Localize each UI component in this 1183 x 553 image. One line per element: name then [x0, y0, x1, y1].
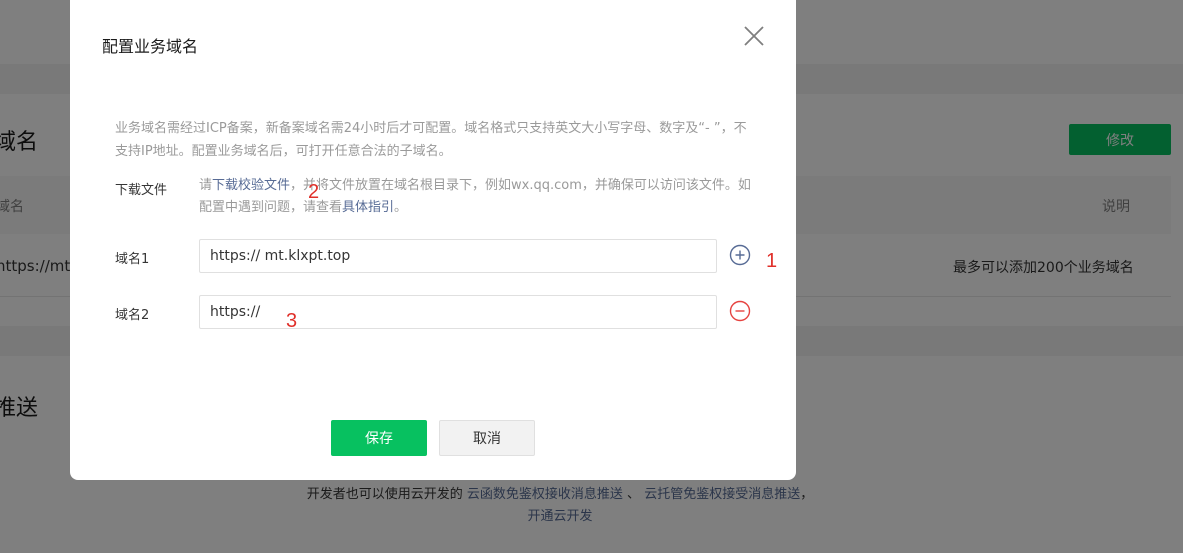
annotation-2: 2	[308, 181, 320, 203]
download-description: 请下载校验文件，并将文件放置在域名根目录下，例如wx.qq.com，并确保可以访…	[199, 175, 759, 219]
config-domain-dialog: 配置业务域名 业务域名需经过ICP备案，新备案域名需24小时后才可配置。域名格式…	[70, 0, 796, 480]
domain1-input[interactable]	[199, 239, 717, 273]
domain2-label: 域名2	[115, 308, 150, 323]
guide-link[interactable]: 具体指引	[342, 200, 394, 215]
annotation-1: 1	[766, 250, 778, 272]
close-icon[interactable]	[742, 24, 766, 48]
download-verify-file-link[interactable]: 下载校验文件	[212, 178, 290, 193]
download-prefix: 请	[199, 178, 213, 193]
domain-notice: 业务域名需经过ICP备案，新备案域名需24小时后才可配置。域名格式只支持英文大小…	[115, 121, 747, 159]
domain2-input[interactable]	[199, 295, 717, 329]
remove-icon[interactable]	[729, 300, 751, 322]
domain1-label: 域名1	[115, 252, 150, 267]
save-button[interactable]: 保存	[331, 420, 427, 456]
annotation-3: 3	[286, 310, 298, 332]
add-icon[interactable]	[729, 244, 751, 266]
download-label: 下载文件	[115, 183, 168, 198]
dialog-title: 配置业务域名	[102, 37, 199, 56]
cancel-button[interactable]: 取消	[439, 420, 535, 456]
download-suffix: 。	[394, 200, 408, 215]
